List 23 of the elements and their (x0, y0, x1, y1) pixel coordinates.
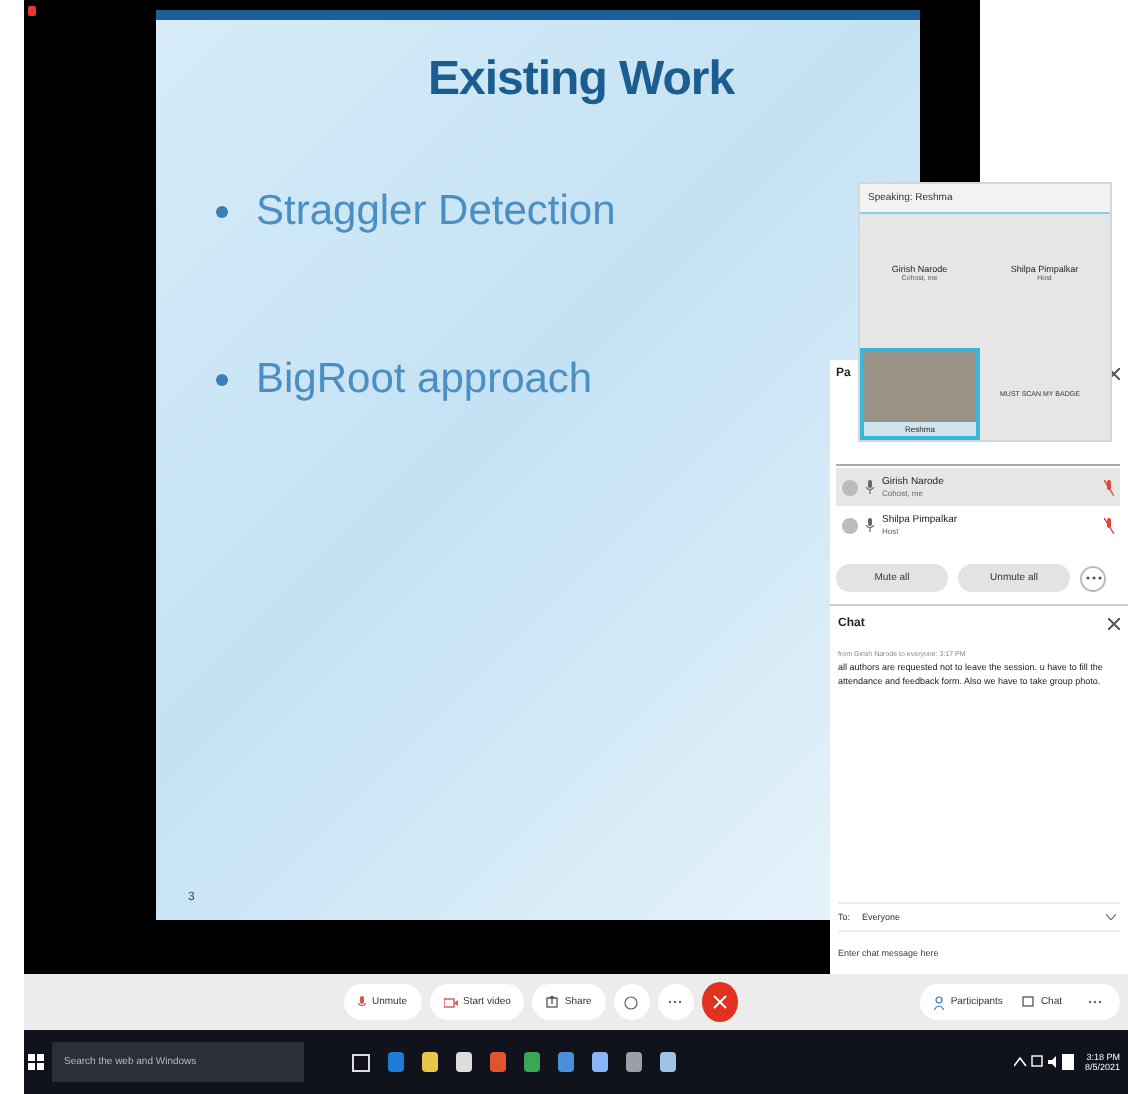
share-icon (546, 996, 559, 1008)
bullet-text: Straggler Detection (256, 188, 616, 236)
photo-placeholder (864, 352, 976, 422)
microphone-icon (866, 518, 874, 532)
system-tray-icons[interactable] (1014, 1054, 1075, 1070)
caret-icon (1106, 914, 1116, 920)
chat-icon (1022, 996, 1035, 1008)
close-icon[interactable] (1108, 618, 1120, 630)
microphone-icon (358, 995, 366, 1009)
person-icon (934, 995, 945, 1009)
bullet-text: BigRoot approach (256, 356, 593, 404)
emoji-icon[interactable] (613, 984, 650, 1020)
end-call-button[interactable] (701, 982, 738, 1022)
video-camera-icon (443, 997, 458, 1007)
slide-title: Existing Work (428, 52, 737, 108)
task-view-icon[interactable] (352, 1053, 370, 1071)
microphone-icon (866, 480, 874, 494)
avatar-icon (842, 517, 858, 533)
bullet-icon (216, 206, 228, 218)
bullet-icon (216, 374, 228, 386)
windows-logo-icon[interactable] (28, 1054, 44, 1070)
close-icon (711, 994, 728, 1010)
avatar-icon (842, 479, 858, 495)
